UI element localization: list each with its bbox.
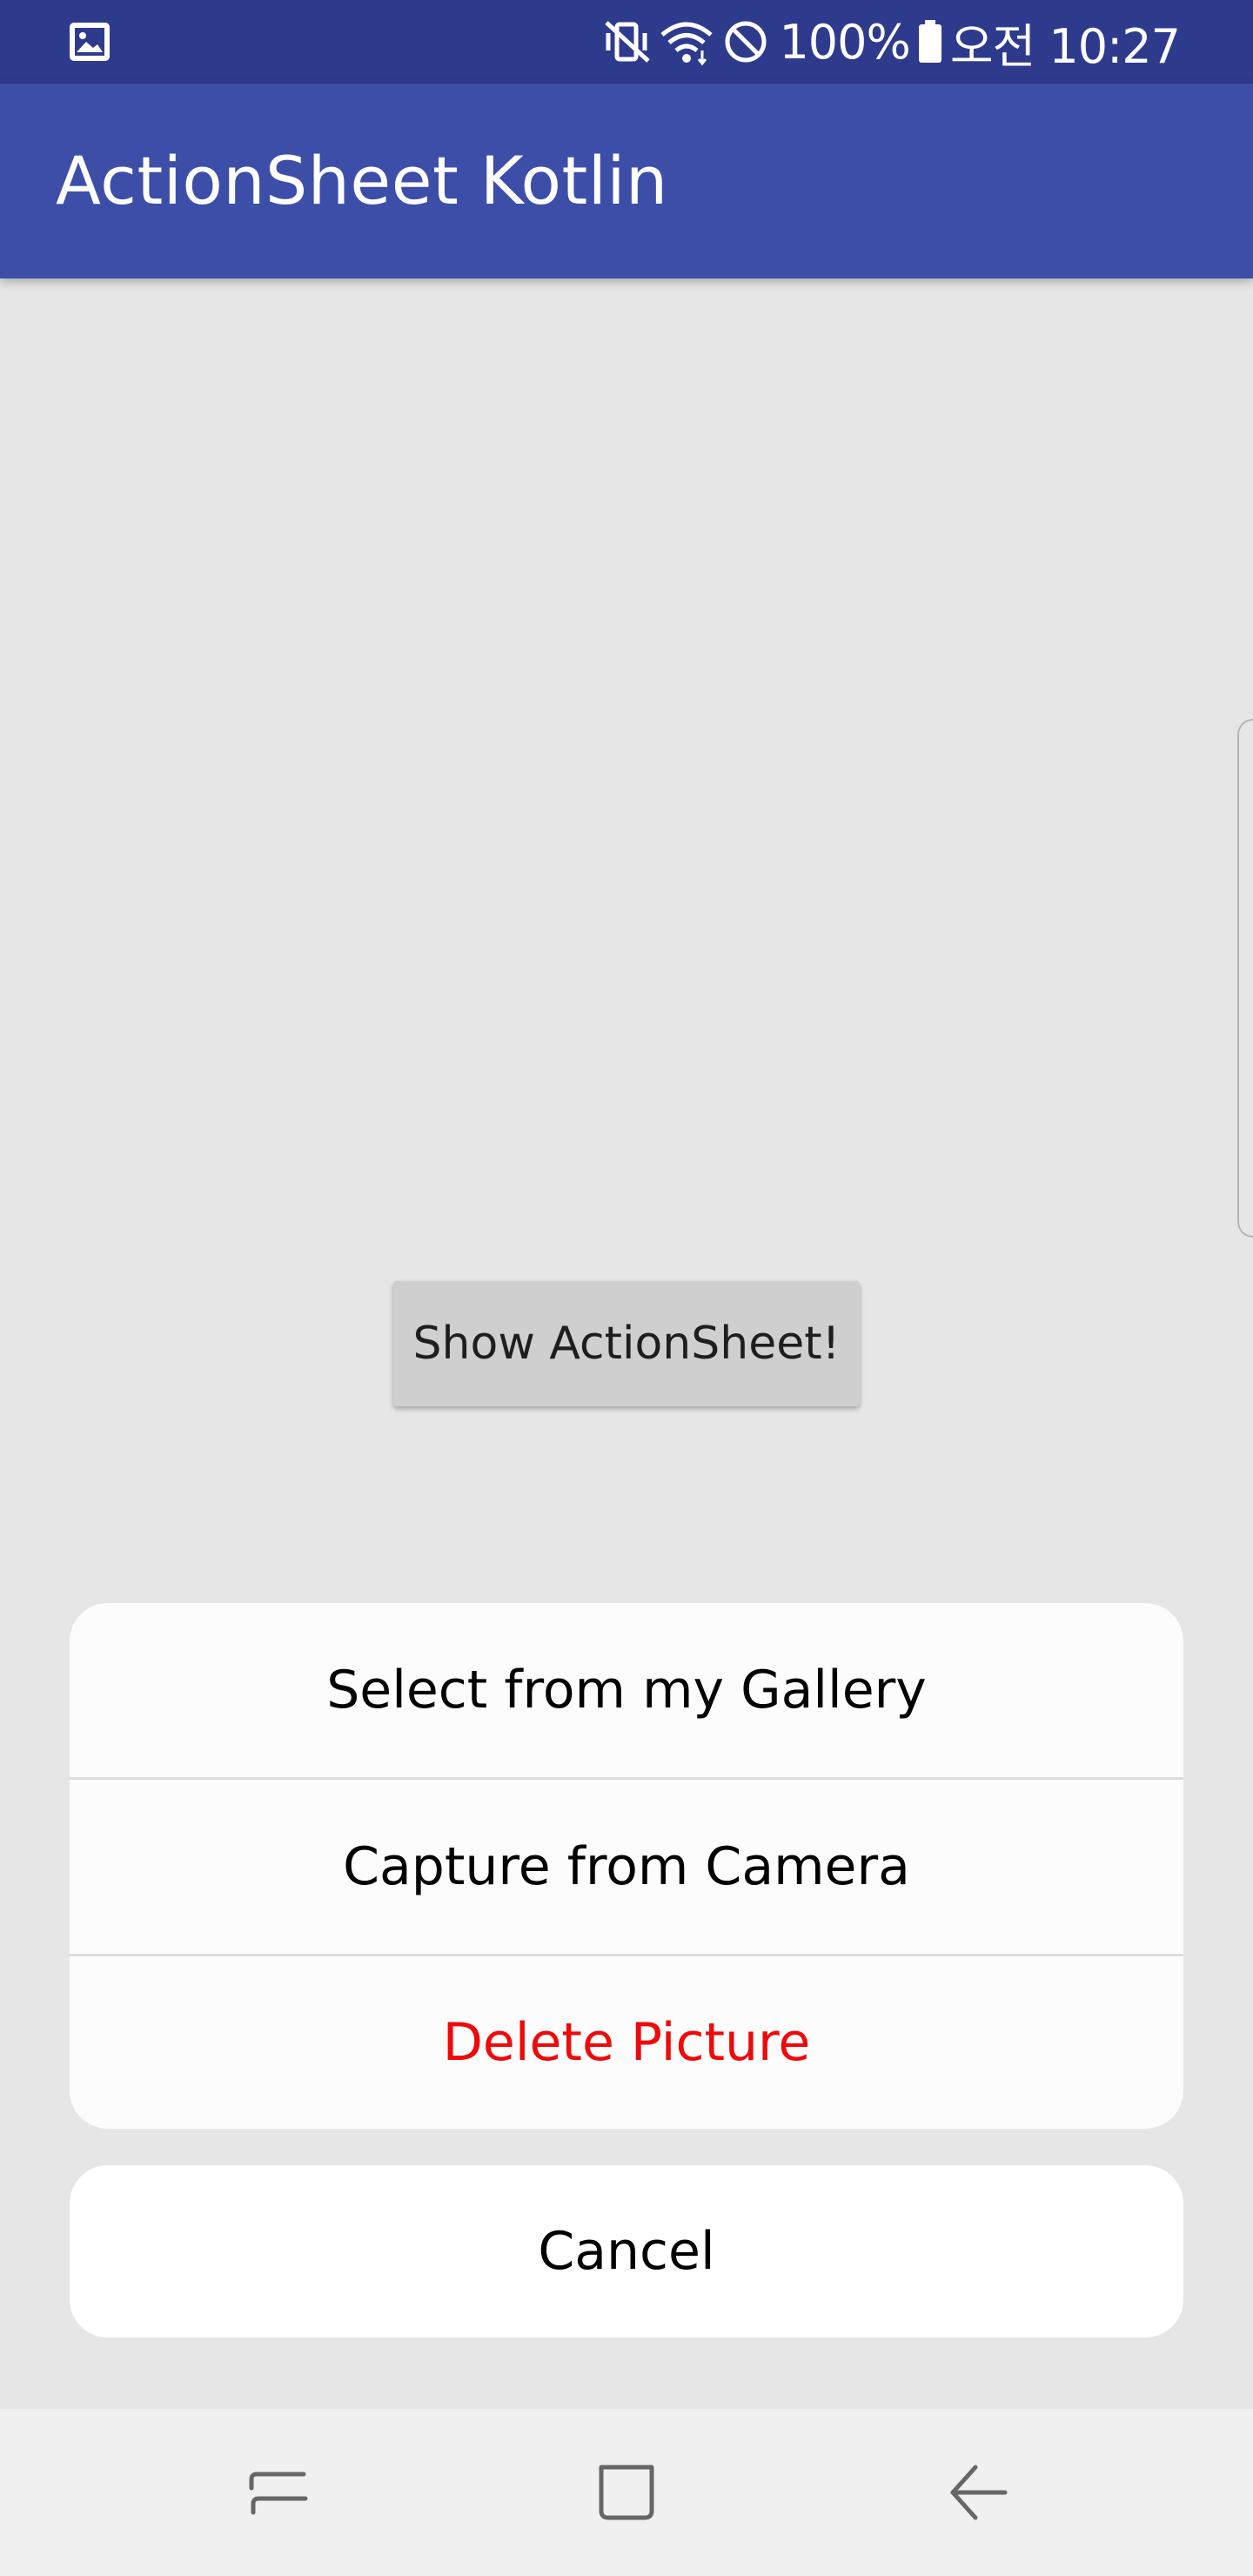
navigation-bar [0,2409,1253,2576]
back-icon[interactable] [891,2409,1065,2576]
image-notification-icon [68,21,111,63]
cancel-button[interactable]: Cancel [70,2165,1183,2338]
action-sheet: Select from my Gallery Capture from Came… [70,1603,1183,2129]
vibrate-mute-icon [600,14,655,70]
status-bar: 100% 오전 10:27 [0,0,1253,84]
page-title: ActionSheet Kotlin [56,142,668,219]
edge-panel-handle[interactable] [1237,719,1253,1238]
battery-percent: 100% [779,14,910,70]
delete-picture-button[interactable]: Delete Picture [70,1956,1183,2129]
recent-apps-icon[interactable] [191,2409,365,2576]
show-actionsheet-button[interactable]: Show ActionSheet! [393,1281,860,1406]
wifi-icon [655,14,718,70]
capture-from-camera-button[interactable]: Capture from Camera [70,1780,1183,1954]
home-icon[interactable] [539,2409,714,2576]
clock: 오전 10:27 [949,18,1181,74]
battery-full-icon [910,14,950,70]
app-bar: ActionSheet Kotlin [0,84,1253,278]
select-from-gallery-button[interactable]: Select from my Gallery [70,1603,1183,1777]
do-not-disturb-icon [718,14,774,70]
